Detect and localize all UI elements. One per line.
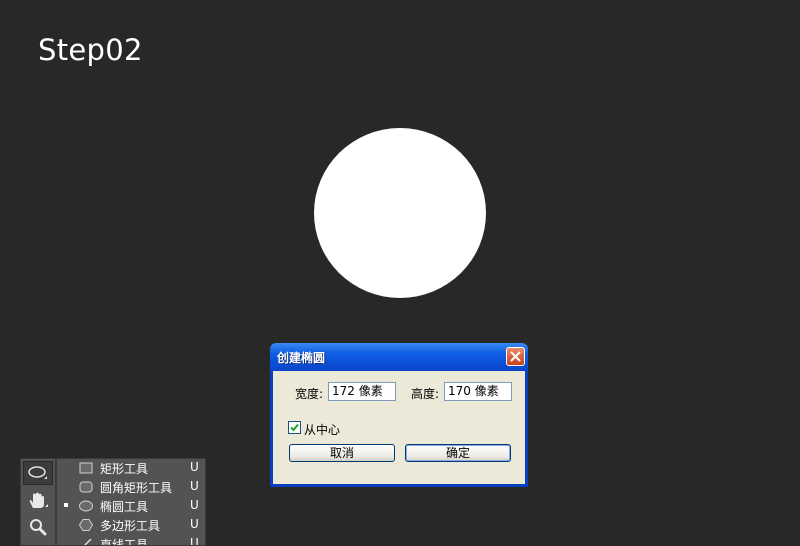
cancel-button[interactable]: 取消 [289, 444, 395, 462]
rectangle-icon [79, 462, 93, 474]
tool-ellipse[interactable] [23, 461, 53, 485]
selected-bullet-icon [64, 503, 68, 507]
dialog-title: 创建椭圆 [277, 351, 326, 365]
flyout-item-rounded-rectangle[interactable]: 圆角矩形工具 U [57, 478, 205, 497]
width-input[interactable]: 172 像素 [328, 382, 396, 401]
dialog-title-bar[interactable]: 创建椭圆 [270, 343, 528, 371]
width-label: 宽度: [295, 387, 324, 401]
height-label: 高度: [411, 387, 440, 401]
checkmark-icon [290, 423, 299, 432]
dialog-body: 宽度: 172 像素 高度: 170 像素 从中心 取消 确定 [273, 371, 525, 484]
shape-tool-flyout: 矩形工具 U 圆角矩形工具 U 椭圆工具 U 多边形工具 U 直线工具 U [56, 458, 206, 546]
tools-panel [20, 458, 56, 546]
step-title: Step02 [38, 33, 143, 67]
from-center-checkbox[interactable] [288, 421, 301, 434]
create-ellipse-dialog: 创建椭圆 宽度: 172 像素 高度: 170 像素 从中心 取消 确定 [270, 343, 528, 487]
tool-zoom[interactable] [23, 515, 53, 539]
polygon-icon [78, 519, 94, 531]
close-button[interactable] [506, 347, 525, 366]
ok-button[interactable]: 确定 [405, 444, 511, 462]
tool-hand[interactable] [23, 489, 53, 513]
rounded-rectangle-icon [79, 481, 93, 493]
hand-tool-icon [29, 492, 48, 508]
height-input[interactable]: 170 像素 [444, 382, 512, 401]
flyout-item-line[interactable]: 直线工具 U [57, 535, 205, 545]
zoom-tool-icon [30, 519, 47, 536]
line-icon [83, 538, 92, 545]
flyout-item-rectangle[interactable]: 矩形工具 U [57, 459, 205, 478]
close-icon [510, 351, 521, 362]
flyout-item-ellipse[interactable]: 椭圆工具 U [57, 497, 205, 516]
flyout-item-polygon[interactable]: 多边形工具 U [57, 516, 205, 535]
white-ellipse-shape [314, 128, 486, 298]
ellipse-icon [79, 500, 93, 512]
from-center-label: 从中心 [304, 423, 341, 437]
ellipse-tool-icon [28, 466, 47, 479]
